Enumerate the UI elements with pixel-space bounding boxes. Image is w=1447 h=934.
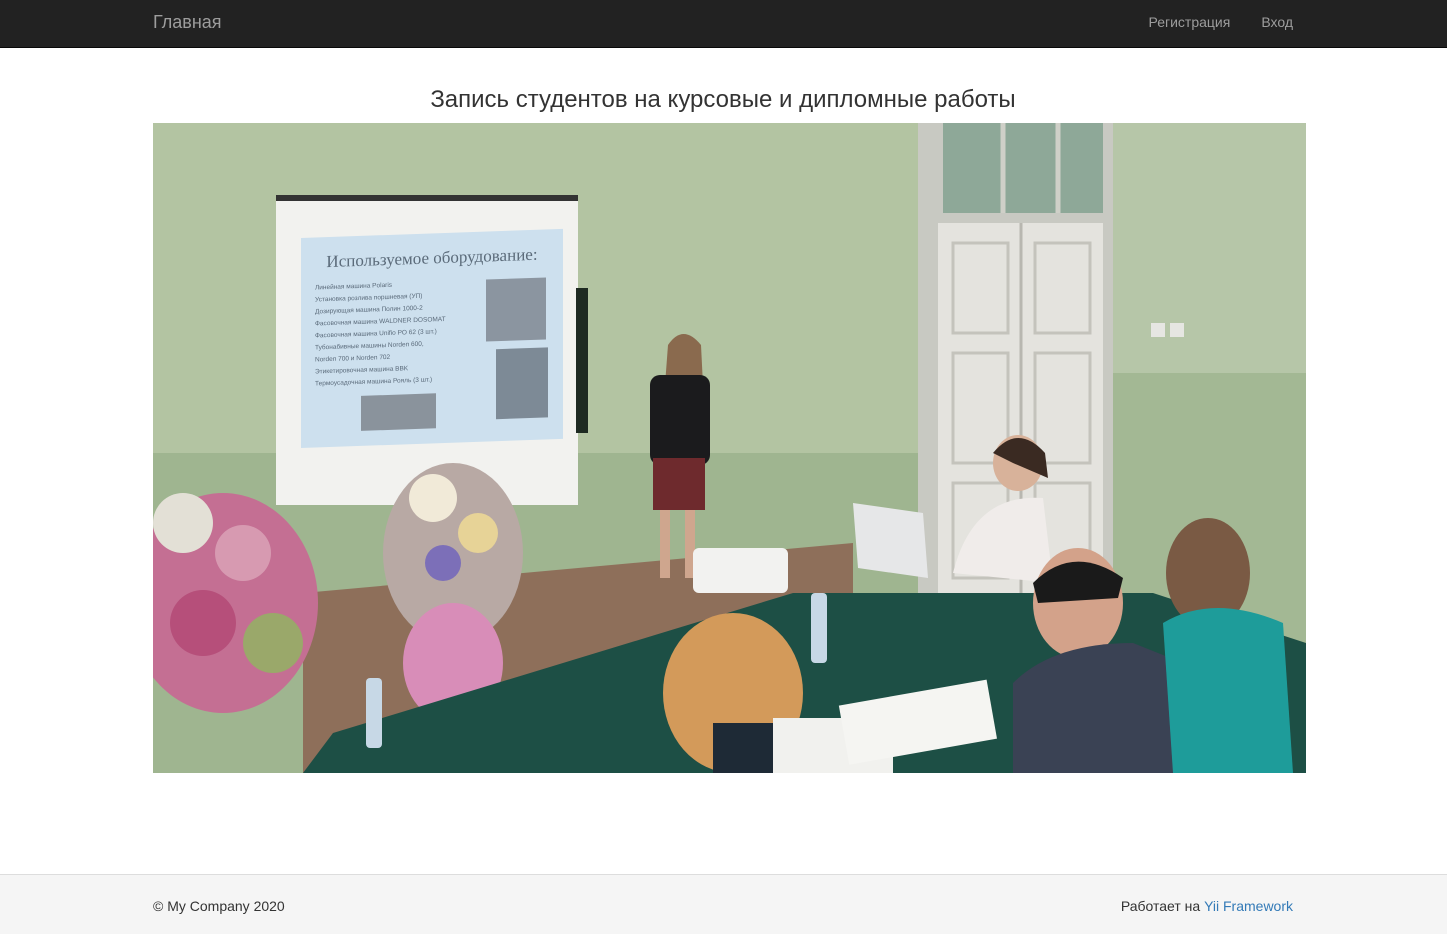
powered-prefix: Работает на [1120, 898, 1201, 914]
laptop [853, 503, 928, 578]
home-link[interactable]: Главная [153, 12, 222, 32]
register-link[interactable]: Регистрация [1148, 14, 1230, 30]
top-navbar: Главная Регистрация Вход [0, 0, 1447, 48]
yii-framework-link[interactable]: Yii Framework [1204, 898, 1293, 914]
projector [693, 548, 788, 593]
nav-links: Регистрация Вход [1148, 14, 1293, 30]
login-link[interactable]: Вход [1261, 14, 1293, 30]
footer: © My Company 2020 Работает на Yii Framew… [0, 874, 1447, 934]
defense-photo: Используемое оборудование: Линейная маши… [153, 123, 1306, 773]
copyright-text: © My Company 2020 [153, 898, 285, 914]
powered-by: Работает на Yii Framework [1121, 898, 1293, 914]
page-title: Запись студентов на курсовые и дипломные… [430, 86, 1016, 113]
